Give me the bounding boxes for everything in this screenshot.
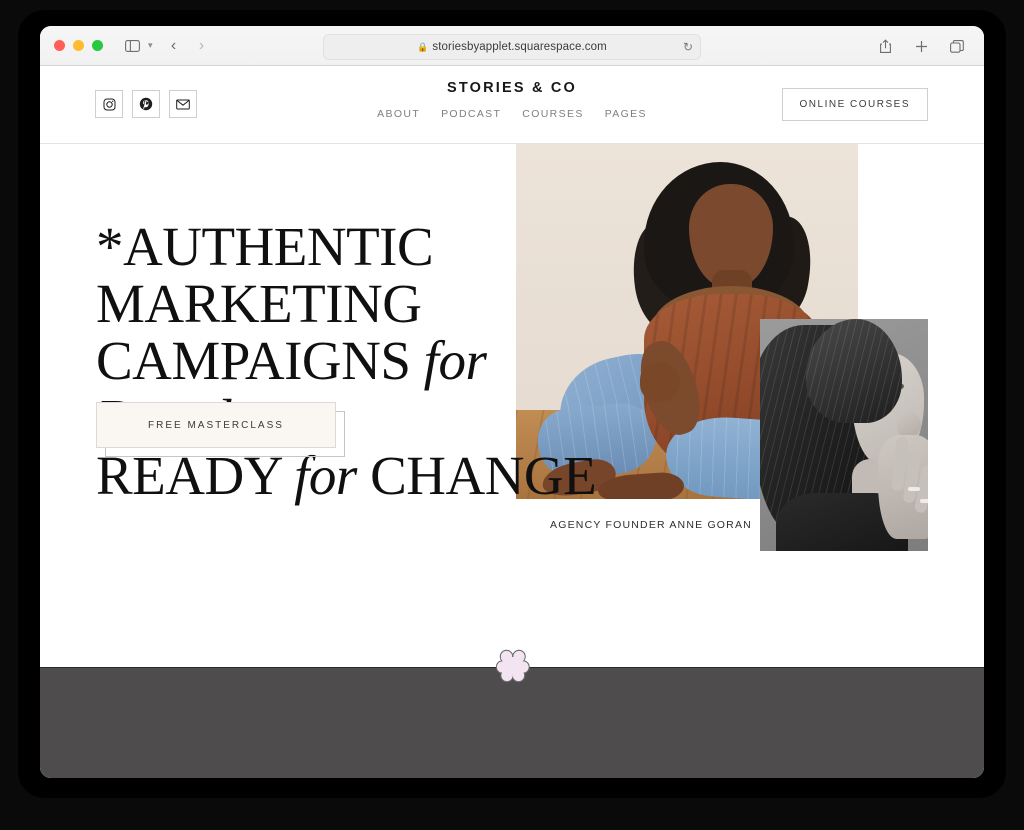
hero-caption: AGENCY FOUNDER ANNE GORAN xyxy=(550,519,752,531)
nav-item-courses[interactable]: COURSES xyxy=(522,108,583,120)
photo-secondary-hair-front xyxy=(806,319,902,423)
window-controls xyxy=(54,40,103,51)
footer-strip xyxy=(40,667,984,778)
lock-icon: 🔒 xyxy=(417,41,429,52)
nav-item-podcast[interactable]: PODCAST xyxy=(441,108,501,120)
cta-zone: FREE MASTERCLASS xyxy=(96,402,356,472)
nav-item-about[interactable]: ABOUT xyxy=(377,108,420,120)
photo-secondary-nose xyxy=(897,411,921,437)
minimize-window-button[interactable] xyxy=(73,40,84,51)
site-header: STORIES & CO ABOUT PODCAST COURSES PAGES… xyxy=(40,66,984,144)
close-window-button[interactable] xyxy=(54,40,65,51)
forward-button[interactable]: › xyxy=(191,34,213,58)
browser-toolbar: ▾ ‹ › 🔒 storiesbyapplet.squarespace.com … xyxy=(40,26,984,66)
url-text: storiesbyapplet.squarespace.com xyxy=(432,41,607,53)
address-bar[interactable]: 🔒 storiesbyapplet.squarespace.com ↻ xyxy=(323,34,701,60)
headline-line-1: *AUTHENTIC MARKETING xyxy=(96,216,434,335)
navigation-buttons: ‹ › xyxy=(163,34,213,58)
photo-main-hand xyxy=(640,362,680,402)
address-bar-container: 🔒 storiesbyapplet.squarespace.com ↻ xyxy=(323,34,701,60)
sidebar-controls: ▾ xyxy=(119,34,153,58)
headline-line-2-roman: CAMPAIGNS xyxy=(96,330,424,392)
photo-secondary-ring-2 xyxy=(920,499,928,503)
browser-window: ▾ ‹ › 🔒 storiesbyapplet.squarespace.com … xyxy=(40,26,984,778)
hero-photo-secondary xyxy=(760,319,928,551)
plus-icon[interactable] xyxy=(908,34,934,58)
flower-cursor xyxy=(495,647,530,683)
photo-secondary-ring-1 xyxy=(908,487,920,491)
online-courses-button[interactable]: ONLINE COURSES xyxy=(781,88,928,121)
reload-icon[interactable]: ↻ xyxy=(683,41,693,53)
free-masterclass-button[interactable]: FREE MASTERCLASS xyxy=(96,402,336,448)
device-bezel: ▾ ‹ › 🔒 storiesbyapplet.squarespace.com … xyxy=(0,0,1024,830)
tab-overview-icon[interactable] xyxy=(944,34,970,58)
nav-item-pages[interactable]: PAGES xyxy=(605,108,647,120)
share-icon[interactable] xyxy=(872,34,898,58)
chevron-down-icon[interactable]: ▾ xyxy=(148,41,153,50)
headline-line-3-post: CHANGE xyxy=(356,444,597,506)
toolbar-actions xyxy=(872,34,970,58)
sidebar-icon[interactable] xyxy=(119,34,145,58)
back-button[interactable]: ‹ xyxy=(163,34,185,58)
hero-section: *AUTHENTIC MARKETING CAMPAIGNS for Brand… xyxy=(40,144,984,704)
website-viewport: STORIES & CO ABOUT PODCAST COURSES PAGES… xyxy=(40,66,984,778)
zoom-window-button[interactable] xyxy=(92,40,103,51)
